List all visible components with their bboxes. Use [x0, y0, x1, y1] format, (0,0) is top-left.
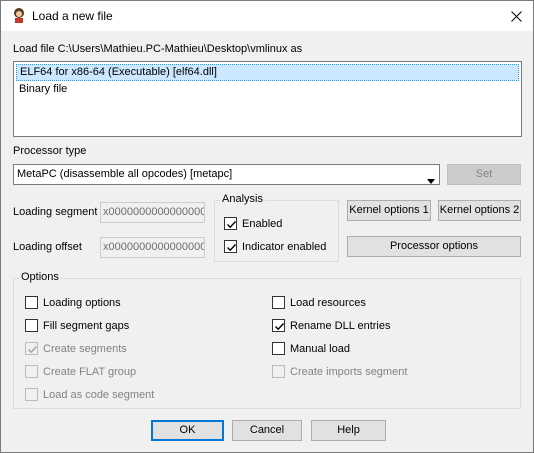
cancel-button[interactable]: Cancel: [232, 420, 302, 441]
analysis-group-title: Analysis: [220, 193, 265, 205]
create-imports-segment-label: Create imports segment: [290, 365, 408, 378]
loading-options-label: Loading options: [43, 296, 121, 309]
loading-offset-field[interactable]: x0000000000000000: [100, 237, 205, 258]
loading-segment-field[interactable]: x0000000000000000: [100, 202, 205, 223]
list-item[interactable]: Binary file: [16, 81, 519, 98]
load-resources-checkbox[interactable]: Load resources: [272, 296, 366, 309]
ok-button[interactable]: OK: [151, 420, 224, 441]
rename-dll-entries-label: Rename DLL entries: [290, 319, 391, 332]
file-format-list[interactable]: ELF64 for x86-64 (Executable) [elf64.dll…: [13, 61, 522, 137]
kernel-options-1-button[interactable]: Kernel options 1: [347, 200, 431, 221]
options-group-title: Options: [19, 271, 61, 283]
create-imports-segment-checkbox[interactable]: Create imports segment: [272, 365, 407, 378]
checkbox-box: [272, 296, 285, 309]
processor-type-value: MetaPC (disassemble all opcodes) [metapc…: [17, 168, 233, 180]
title-bar: Load a new file: [1, 1, 533, 31]
chevron-down-icon: [427, 172, 435, 191]
processor-options-button[interactable]: Processor options: [347, 236, 521, 257]
checkbox-box: [25, 296, 38, 309]
load-resources-label: Load resources: [290, 296, 366, 309]
processor-type-label: Processor type: [13, 145, 87, 157]
checkbox-box: [25, 365, 38, 378]
loading-options-checkbox[interactable]: Loading options: [25, 296, 121, 309]
checkbox-box: [224, 217, 237, 230]
close-button[interactable]: [499, 1, 533, 31]
ida-icon: [11, 7, 27, 23]
rename-dll-entries-checkbox[interactable]: Rename DLL entries: [272, 319, 390, 332]
help-button[interactable]: Help: [311, 420, 386, 441]
load-file-label: Load file C:\Users\Mathieu.PC-Mathieu\De…: [13, 43, 303, 55]
checkmark-icon: [275, 323, 285, 331]
analysis-enabled-checkbox[interactable]: Enabled: [224, 217, 282, 230]
checkbox-box: [25, 342, 38, 355]
checkbox-box: [272, 342, 285, 355]
checkmark-icon: [227, 221, 237, 229]
load-as-code-segment-checkbox[interactable]: Load as code segment: [25, 388, 154, 401]
checkmark-icon: [28, 346, 38, 354]
checkmark-icon: [227, 244, 237, 252]
fill-segment-gaps-label: Fill segment gaps: [43, 319, 130, 332]
manual-load-checkbox[interactable]: Manual load: [272, 342, 350, 355]
close-icon: [510, 10, 522, 22]
processor-type-select[interactable]: MetaPC (disassemble all opcodes) [metapc…: [13, 164, 440, 185]
checkbox-box: [25, 319, 38, 332]
list-item[interactable]: ELF64 for x86-64 (Executable) [elf64.dll…: [16, 64, 519, 81]
loading-offset-label: Loading offset: [13, 241, 82, 253]
kernel-options-2-button[interactable]: Kernel options 2: [438, 200, 521, 221]
checkbox-box: [272, 319, 285, 332]
checkbox-box: [224, 240, 237, 253]
checkbox-box: [25, 388, 38, 401]
window-title: Load a new file: [32, 9, 113, 23]
manual-load-label: Manual load: [290, 342, 350, 355]
checkbox-box: [272, 365, 285, 378]
load-file-dialog: Load a new file Load file C:\Users\Mathi…: [0, 0, 534, 453]
load-as-code-segment-label: Load as code segment: [43, 388, 155, 401]
fill-segment-gaps-checkbox[interactable]: Fill segment gaps: [25, 319, 129, 332]
indicator-enabled-checkbox[interactable]: Indicator enabled: [224, 240, 326, 253]
create-segments-label: Create segments: [43, 342, 127, 355]
analysis-enabled-label: Enabled: [242, 217, 283, 230]
create-flat-group-label: Create FLAT group: [43, 365, 137, 378]
set-button[interactable]: Set: [447, 164, 521, 185]
loading-segment-label: Loading segment: [13, 206, 98, 218]
create-flat-group-checkbox[interactable]: Create FLAT group: [25, 365, 136, 378]
create-segments-checkbox[interactable]: Create segments: [25, 342, 127, 355]
indicator-enabled-label: Indicator enabled: [242, 240, 327, 253]
